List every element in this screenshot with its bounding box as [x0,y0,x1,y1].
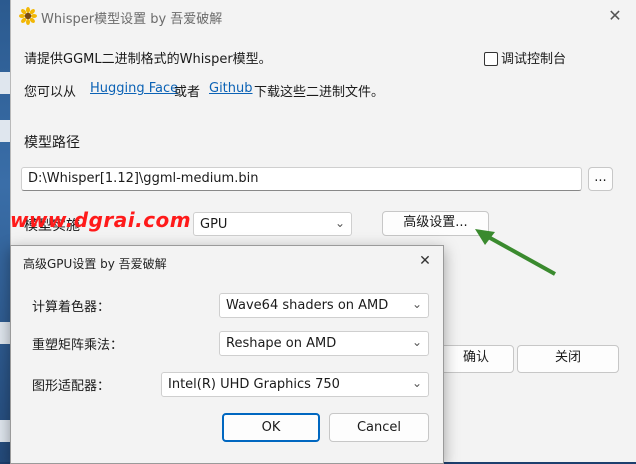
debug-console-label[interactable]: 调试控制台 [501,48,566,67]
download-or-text: 或者 [174,85,201,100]
close-button-main[interactable]: 关闭 [517,345,619,373]
graphics-adapter-value: Intel(R) UHD Graphics 750 [168,377,340,392]
dialog-cancel-button[interactable]: Cancel [329,413,429,442]
chevron-down-icon: ⌄ [411,297,422,311]
download-prefix-text: 您可以从 [24,85,77,100]
watermark-text: www.dgrai.com [10,208,192,232]
window-title: Whisper模型设置 by 吾爱破解 [41,12,223,27]
advanced-gpu-dialog: 高级GPU设置 by 吾爱破解 ✕ 计算着色器： Wave64 shaders … [10,245,444,464]
model-path-label: 模型路径 [24,135,80,151]
intro-text: 请提供GGML二进制格式的Whisper模型。 [24,52,272,67]
debug-console-checkbox[interactable] [484,52,498,66]
dialog-ok-button[interactable]: OK [222,413,320,442]
compute-shader-value: Wave64 shaders on AMD [226,298,389,313]
title-bar: Whisper模型设置 by 吾爱破解 ✕ [11,0,636,32]
sunflower-app-icon [19,7,37,25]
reshape-matmul-select[interactable]: Reshape on AMD ⌄ [219,331,429,356]
model-path-input[interactable]: D:\Whisper[1.12]\ggml-medium.bin [21,167,582,191]
reshape-matmul-value: Reshape on AMD [226,336,337,351]
dialog-close-button[interactable]: ✕ [415,251,435,271]
compute-shader-select[interactable]: Wave64 shaders on AMD ⌄ [219,293,429,318]
download-suffix-text: 下载这些二进制文件。 [254,85,385,100]
window-close-button[interactable]: ✕ [603,4,627,28]
chevron-down-icon: ⌄ [334,216,345,230]
browse-button[interactable]: ... [588,167,613,191]
model-impl-value: GPU [200,217,228,232]
graphics-adapter-label: 图形适配器： [32,379,111,394]
hugging-face-link[interactable]: Hugging Face [90,81,178,96]
dialog-title: 高级GPU设置 by 吾爱破解 [23,257,167,271]
compute-shader-label: 计算着色器： [32,300,111,315]
model-impl-select[interactable]: GPU ⌄ [193,212,352,236]
reshape-matmul-label: 重塑矩阵乘法： [32,338,124,353]
chevron-down-icon: ⌄ [411,335,422,349]
github-link[interactable]: Github [209,81,253,96]
graphics-adapter-select[interactable]: Intel(R) UHD Graphics 750 ⌄ [161,372,429,397]
chevron-down-icon: ⌄ [411,376,422,390]
arrow-annotation-icon [475,229,556,276]
